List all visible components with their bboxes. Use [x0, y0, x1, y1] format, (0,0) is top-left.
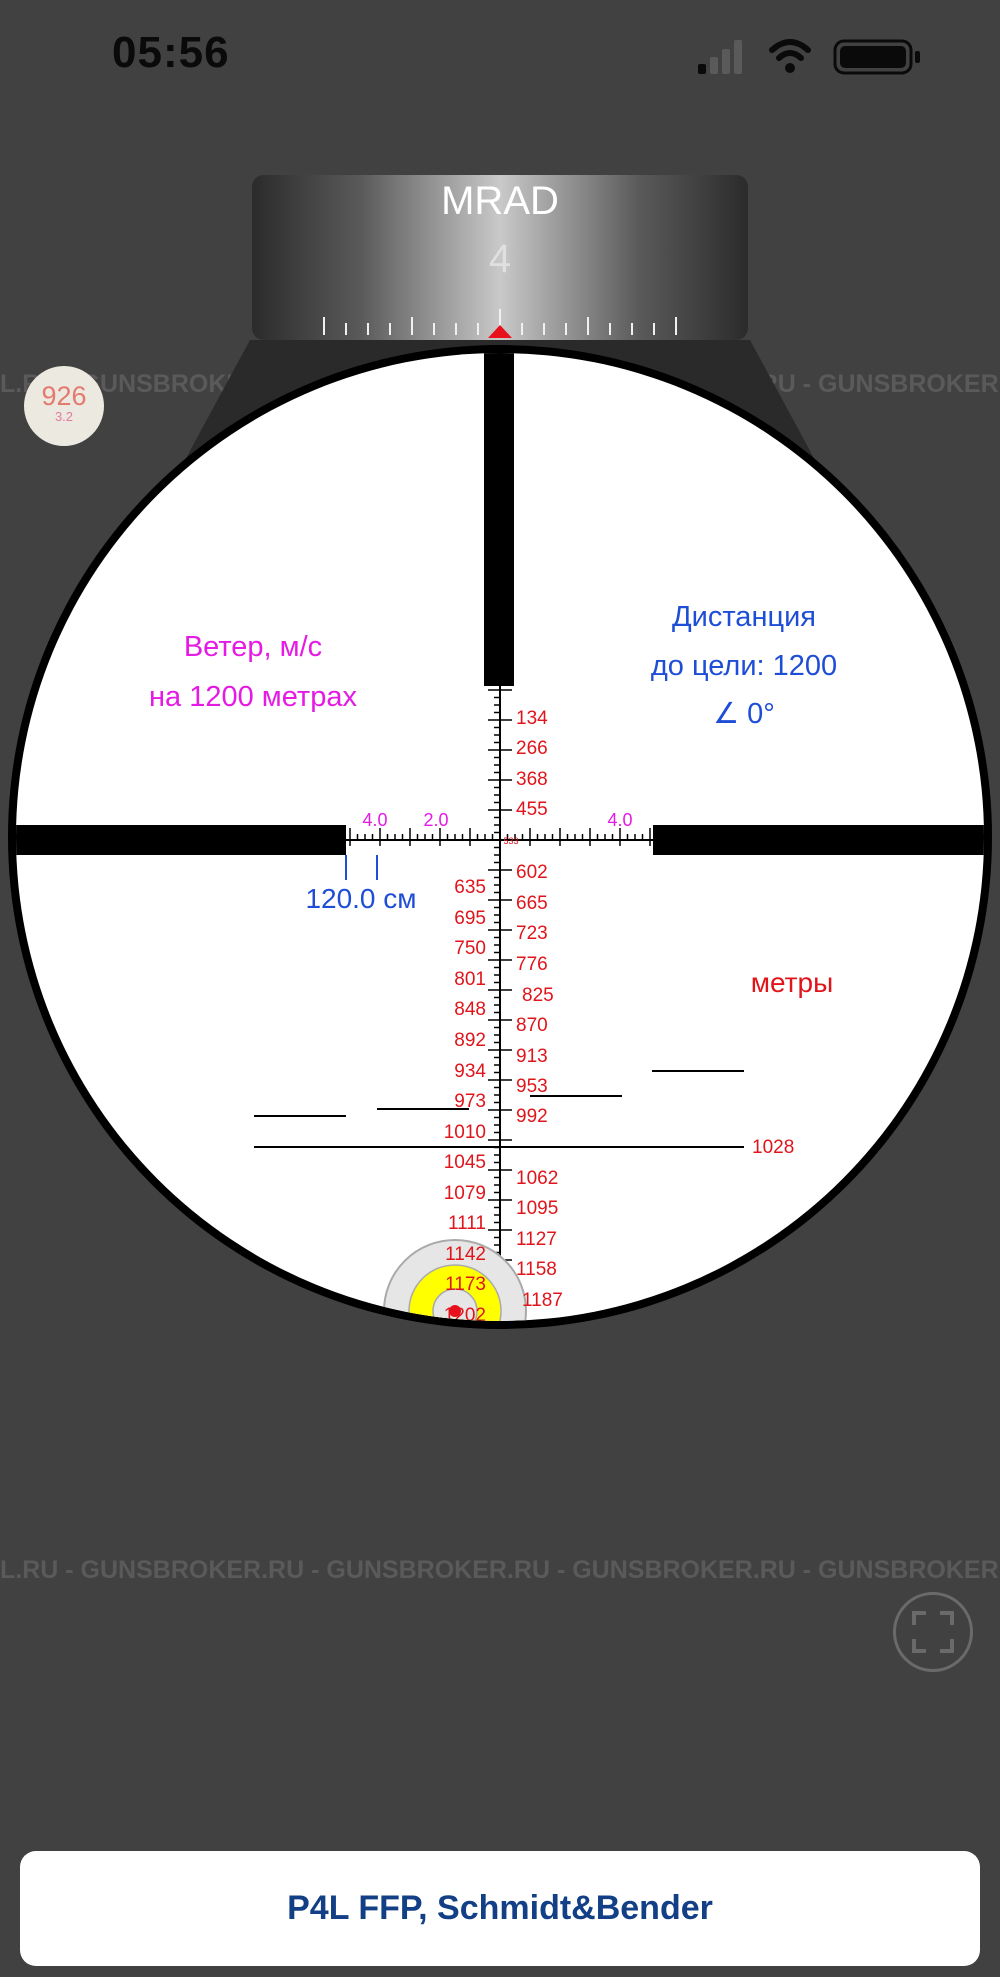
- fullscreen-icon: [912, 1611, 954, 1653]
- range-label-left: 934: [454, 1061, 486, 1082]
- width-label: 120.0 см: [305, 883, 416, 914]
- wind-label-line2: на 1200 метрах: [149, 681, 357, 713]
- range-label-left: 635: [454, 877, 486, 898]
- range-label-left: 892: [454, 1030, 486, 1051]
- reticle-post-right: [653, 825, 984, 855]
- range-label-left: 1142: [445, 1244, 486, 1265]
- distance-label-line2: до цели: 1200: [651, 650, 837, 682]
- range-label-right: 776: [516, 954, 548, 975]
- badge-primary: 926: [41, 381, 87, 411]
- hmark-center: 533: [503, 836, 518, 846]
- range-label-right: 953: [516, 1076, 548, 1097]
- range-label-left: 750: [454, 938, 486, 959]
- range-label-right: 266: [516, 738, 548, 759]
- fullscreen-button[interactable]: [893, 1592, 973, 1672]
- range-label-left: 1010: [444, 1122, 486, 1143]
- turret[interactable]: MRAD 4: [252, 175, 748, 340]
- range-label-right: 1158: [516, 1259, 557, 1280]
- range-label-left: 973: [454, 1091, 486, 1112]
- range-label-right: 602: [516, 862, 548, 883]
- range-label-right: 1095: [516, 1198, 558, 1219]
- range-label-right: 1028: [752, 1137, 794, 1158]
- wind-label-line1: Ветер, м/с: [184, 631, 322, 663]
- range-label-left: 1079: [444, 1183, 486, 1204]
- scope-model-card[interactable]: P4L FFP, Schmidt&Bender: [20, 1851, 980, 1966]
- units-label: метры: [751, 967, 833, 998]
- range-label-right: 1127: [516, 1229, 557, 1250]
- distance-label-line1: Дистанция: [672, 601, 816, 633]
- range-label-left: 695: [454, 908, 486, 929]
- range-label-right: 825: [522, 985, 554, 1006]
- range-label-left: 1173: [445, 1274, 486, 1295]
- reticle-post-top: [484, 353, 514, 686]
- hmark-right: 4.0: [607, 810, 632, 830]
- range-label-right: 913: [516, 1046, 548, 1067]
- magnification-badge[interactable]: 926 3.2: [24, 366, 104, 446]
- range-label-right: 1187: [522, 1290, 563, 1311]
- range-label-right: 992: [516, 1106, 548, 1127]
- range-label-right: 870: [516, 1015, 548, 1036]
- range-label-left: 848: [454, 999, 486, 1020]
- range-label-right: 134: [516, 708, 548, 729]
- hmark-left-outer: 4.0: [362, 810, 387, 830]
- scope-view: MRAD 4 Ветер, м/с на 1200 метрах Дистанц…: [8, 175, 992, 1329]
- range-label-left: 801: [454, 969, 486, 990]
- range-label-right: 1062: [516, 1168, 558, 1189]
- scope-model-title: P4L FFP, Schmidt&Bender: [287, 1889, 713, 1927]
- turret-unit: MRAD: [441, 179, 559, 223]
- range-label-left: 1045: [444, 1152, 486, 1173]
- badge-secondary: 3.2: [54, 409, 74, 424]
- reticle-post-left: [16, 825, 346, 855]
- range-label-right: 665: [516, 893, 548, 914]
- range-label-right: 368: [516, 769, 548, 790]
- hmark-left-inner: 2.0: [423, 810, 448, 830]
- range-label-left: 1111: [448, 1213, 486, 1234]
- range-label-right: 723: [516, 923, 548, 944]
- range-label-right: 455: [516, 799, 548, 820]
- turret-value: 4: [489, 237, 511, 281]
- distance-angle: ∠ 0°: [713, 698, 775, 730]
